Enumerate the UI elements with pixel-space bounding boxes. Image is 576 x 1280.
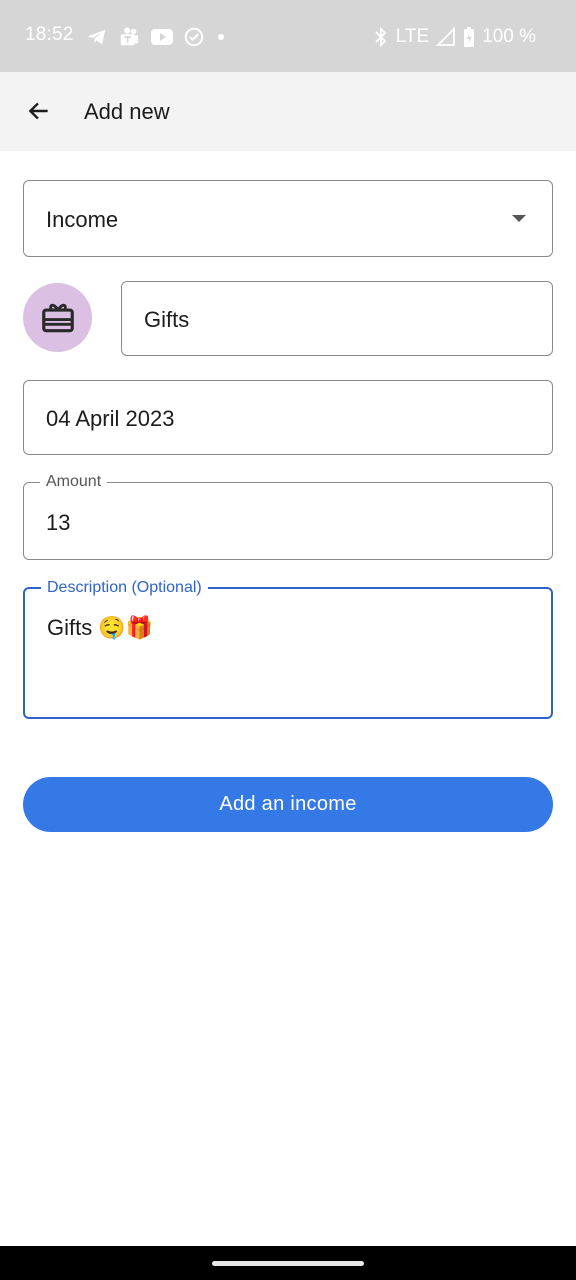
dropdown-arrow-icon <box>512 215 526 222</box>
description-value: Gifts 🤤🎁 <box>47 615 154 640</box>
category-icon-button[interactable] <box>23 283 92 352</box>
teams-icon <box>120 27 139 46</box>
status-right: LTE 100 % <box>373 24 536 50</box>
bluetooth-icon <box>375 26 386 48</box>
type-value: Income <box>46 207 119 232</box>
back-button[interactable] <box>18 90 60 132</box>
status-bar: 18:52 LTE 100 % <box>0 0 576 72</box>
arrow-back-icon <box>28 102 48 120</box>
add-income-button[interactable]: Add an income <box>23 777 553 832</box>
amount-label: Amount <box>40 472 108 492</box>
app-bar: Add new <box>0 72 576 151</box>
battery-icon <box>464 27 475 47</box>
date-value: 04 April 2023 <box>46 406 175 431</box>
home-gesture-handle[interactable] <box>212 1261 364 1266</box>
status-time: 18:52 <box>25 24 74 45</box>
category-value: Gifts <box>144 307 190 332</box>
sync-icon <box>184 27 204 47</box>
amount-value: 13 <box>46 510 71 535</box>
youtube-icon <box>151 29 173 45</box>
description-field[interactable]: Description (Optional) Gifts 🤤🎁 <box>23 578 553 719</box>
dot-icon <box>218 34 224 40</box>
gift-card-icon <box>41 303 74 332</box>
telegram-icon <box>87 29 106 45</box>
navigation-bar <box>0 1246 576 1280</box>
amount-field[interactable]: Amount 13 <box>23 472 553 560</box>
network-type: LTE <box>395 26 430 47</box>
notification-icons <box>86 24 228 50</box>
type-dropdown[interactable]: Income <box>23 180 553 257</box>
description-label: Description (Optional) <box>41 578 208 598</box>
category-field[interactable]: Gifts <box>121 281 553 356</box>
page-title: Add new <box>84 99 170 124</box>
date-field[interactable]: 04 April 2023 <box>23 380 553 455</box>
battery-percent: 100 % <box>482 26 536 47</box>
signal-icon <box>436 27 456 46</box>
